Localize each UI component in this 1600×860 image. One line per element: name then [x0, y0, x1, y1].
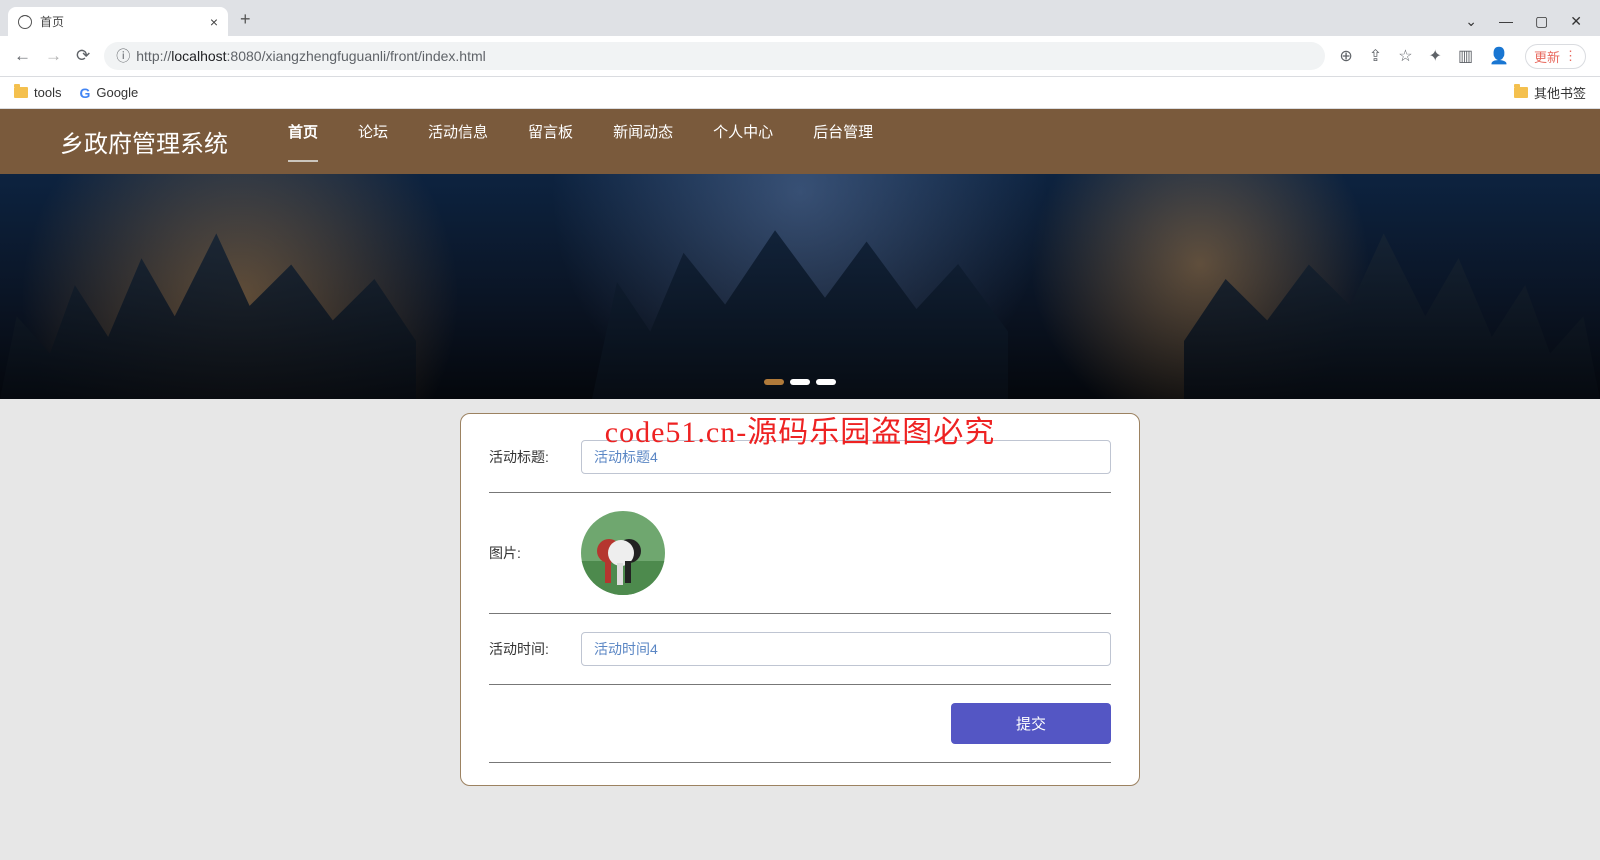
window-maximize-icon[interactable]: ▢	[1535, 13, 1548, 30]
submit-button[interactable]: 提交	[951, 703, 1111, 744]
reload-button[interactable]: ⟳	[76, 46, 90, 66]
nav-forum[interactable]: 论坛	[358, 121, 388, 162]
label-image: 图片:	[489, 543, 581, 563]
window-minimize-icon[interactable]: —	[1499, 13, 1513, 30]
site-nav: 首页 论坛 活动信息 留言板 新闻动态 个人中心 后台管理	[288, 121, 873, 162]
label-activity-title: 活动标题:	[489, 447, 581, 467]
side-panel-icon[interactable]: ▥	[1458, 46, 1473, 66]
banner-carousel	[0, 174, 1600, 399]
extensions-icon[interactable]: ✦	[1429, 46, 1442, 66]
share-icon[interactable]: ⇪	[1369, 46, 1382, 66]
carousel-dot-3[interactable]	[816, 379, 836, 385]
site-info-icon[interactable]: ⓘ	[116, 46, 130, 66]
site-header: 乡政府管理系统 首页 论坛 活动信息 留言板 新闻动态 个人中心 后台管理	[0, 109, 1600, 174]
omnibox[interactable]: ⓘ http://localhost:8080/xiangzhengfuguan…	[104, 42, 1325, 70]
bookmark-tools[interactable]: tools	[14, 85, 61, 100]
row-activity-time: 活动时间:	[489, 614, 1111, 685]
forward-button[interactable]: →	[45, 46, 62, 66]
url-text: http://localhost:8080/xiangzhengfuguanli…	[136, 48, 485, 64]
browser-tab[interactable]: 首页 ×	[8, 7, 228, 36]
browser-chrome: 首页 × + ⌄ — ▢ ✕ ← → ⟳ ⓘ http://localhost:…	[0, 0, 1600, 109]
tab-title: 首页	[40, 13, 64, 30]
image-preview-thumb	[581, 511, 665, 595]
row-image: 图片:	[489, 493, 1111, 614]
google-icon: G	[79, 85, 90, 101]
label-activity-time: 活动时间:	[489, 639, 581, 659]
form-card: 活动标题: 图片: 活动时间: 提交	[460, 413, 1140, 786]
profile-avatar-icon[interactable]: 👤	[1489, 46, 1509, 66]
back-button[interactable]: ←	[14, 46, 31, 66]
site-title: 乡政府管理系统	[60, 124, 228, 159]
carousel-dots	[764, 379, 836, 385]
page-content: code51.cn-源码乐园盗图必究 活动标题: 图片:	[0, 399, 1600, 800]
input-activity-time[interactable]	[581, 632, 1111, 666]
folder-icon	[1514, 87, 1528, 98]
bookmark-star-icon[interactable]: ☆	[1398, 46, 1412, 66]
address-bar: ← → ⟳ ⓘ http://localhost:8080/xiangzheng…	[0, 36, 1600, 77]
window-close-icon[interactable]: ✕	[1570, 13, 1582, 30]
zoom-icon[interactable]: ⊕	[1339, 46, 1352, 66]
watermark-text: code51.cn-源码乐园盗图必究	[605, 407, 995, 451]
nav-message-board[interactable]: 留言板	[528, 121, 573, 162]
image-preview[interactable]	[581, 511, 665, 595]
bookmarks-bar: tools GGoogle 其他书签	[0, 77, 1600, 109]
bookmark-other[interactable]: 其他书签	[1514, 83, 1586, 102]
new-tab-button[interactable]: +	[228, 9, 263, 36]
bookmark-google[interactable]: GGoogle	[79, 85, 138, 101]
nav-news[interactable]: 新闻动态	[613, 121, 673, 162]
carousel-dot-1[interactable]	[764, 379, 784, 385]
close-tab-icon[interactable]: ×	[210, 14, 218, 30]
row-submit: 提交	[489, 685, 1111, 763]
update-button[interactable]: 更新⋮	[1525, 44, 1586, 69]
carousel-dot-2[interactable]	[790, 379, 810, 385]
nav-home[interactable]: 首页	[288, 121, 318, 162]
window-dropdown-icon[interactable]: ⌄	[1465, 13, 1477, 30]
tab-bar: 首页 × + ⌄ — ▢ ✕	[0, 0, 1600, 36]
window-controls: ⌄ — ▢ ✕	[1447, 13, 1600, 36]
globe-icon	[18, 15, 32, 29]
nav-admin[interactable]: 后台管理	[813, 121, 873, 162]
folder-icon	[14, 87, 28, 98]
banner-image	[0, 174, 1600, 399]
nav-personal-center[interactable]: 个人中心	[713, 121, 773, 162]
nav-activity[interactable]: 活动信息	[428, 121, 488, 162]
